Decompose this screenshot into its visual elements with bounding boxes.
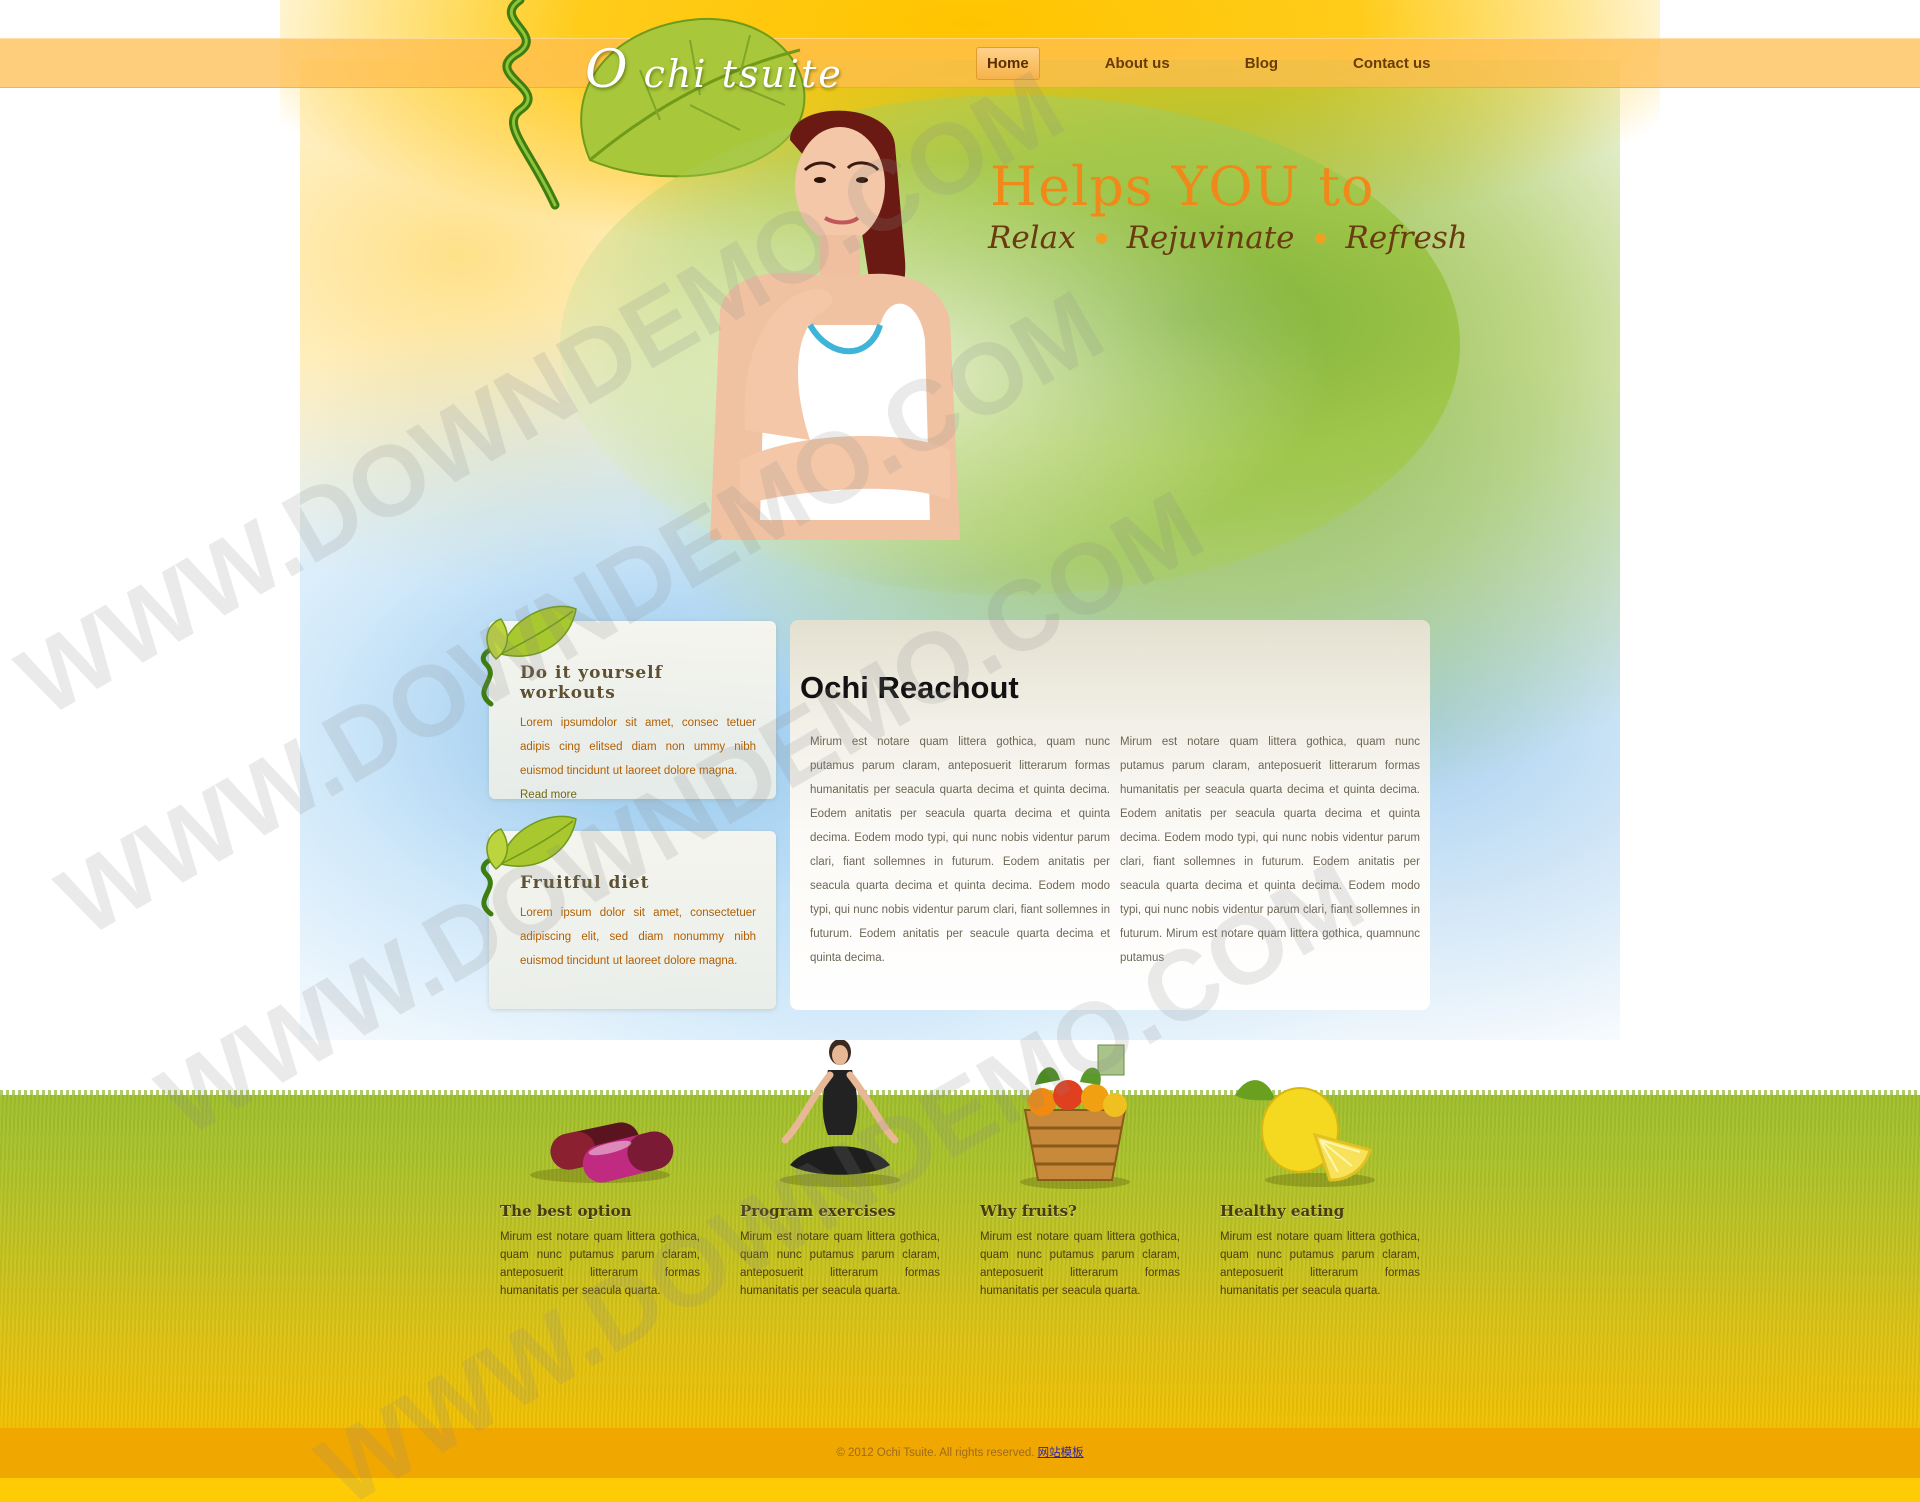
- reachout-panel: Ochi Reachout Mirum est notare quam litt…: [790, 620, 1430, 1010]
- navigation-band: [0, 38, 1920, 88]
- logo-rest: chi tsuite: [643, 52, 843, 96]
- diet-box: Fruitful diet Lorem ipsum dolor sit amet…: [481, 815, 776, 1009]
- hero-word-relax: Relax: [988, 220, 1076, 256]
- copyright-text: © 2012 Ochi Tsuite. All rights reserved.: [836, 1447, 1035, 1459]
- nav-about-us[interactable]: About us: [1095, 48, 1180, 79]
- hero-subtitle: Relax Rejuvinate Refresh: [988, 220, 1468, 256]
- footer-link[interactable]: 网站模板: [1038, 1447, 1084, 1459]
- feature-text: Mirum est notare quam littera gothica, q…: [740, 1231, 940, 1297]
- bullet-dot-icon: [1314, 232, 1326, 244]
- hero-title: Helps YOU to: [990, 155, 1375, 218]
- hero-word-refresh: Refresh: [1345, 220, 1468, 256]
- grass-field-background: [0, 1095, 1920, 1430]
- reachout-column-1: Mirum est notare quam littera gothica, q…: [810, 736, 1110, 964]
- nav-blog[interactable]: Blog: [1235, 48, 1288, 79]
- leaf-sprout-icon: [481, 605, 577, 707]
- box-text: Lorem ipsumdolor sit amet, consec tetuer…: [520, 717, 756, 777]
- site-logo[interactable]: Ochi tsuite: [585, 40, 843, 100]
- reachout-title: Ochi Reachout: [800, 670, 1019, 705]
- logo-initial: O: [585, 40, 630, 100]
- meditation-icon: [780, 1040, 900, 1187]
- feature-title: Healthy eating: [1220, 1202, 1345, 1220]
- lemon-icon: [1235, 1080, 1375, 1187]
- bullet-dot-icon: [1095, 232, 1107, 244]
- woman-portrait-image: [710, 110, 960, 540]
- hero-word-rejuvinate: Rejuvinate: [1126, 220, 1295, 256]
- feature-title: Why fruits?: [980, 1202, 1077, 1220]
- footer-bottom-strip: [0, 1478, 1920, 1502]
- feature-text: Mirum est notare quam littera gothica, q…: [980, 1231, 1180, 1297]
- feature-title: The best option: [500, 1202, 632, 1220]
- read-more-link[interactable]: Read more: [520, 783, 756, 807]
- workouts-box: Do it yourself workouts Lorem ipsumdolor…: [481, 605, 776, 801]
- capsules-icon: [530, 1122, 674, 1183]
- feature-title: Program exercises: [740, 1202, 896, 1220]
- nav-home[interactable]: Home: [976, 47, 1040, 80]
- fruit-basket-icon: [1020, 1044, 1130, 1189]
- footer-copyright: © 2012 Ochi Tsuite. All rights reserved.…: [0, 1444, 1920, 1460]
- feature-text: Mirum est notare quam littera gothica, q…: [1220, 1231, 1420, 1297]
- feature-text: Mirum est notare quam littera gothica, q…: [500, 1231, 700, 1297]
- reachout-column-2: Mirum est notare quam littera gothica, q…: [1120, 736, 1420, 964]
- leaf-sprout-icon: [481, 815, 577, 917]
- nav-contact-us[interactable]: Contact us: [1343, 48, 1441, 79]
- main-navigation: Home About us Blog Contact us: [976, 47, 1441, 80]
